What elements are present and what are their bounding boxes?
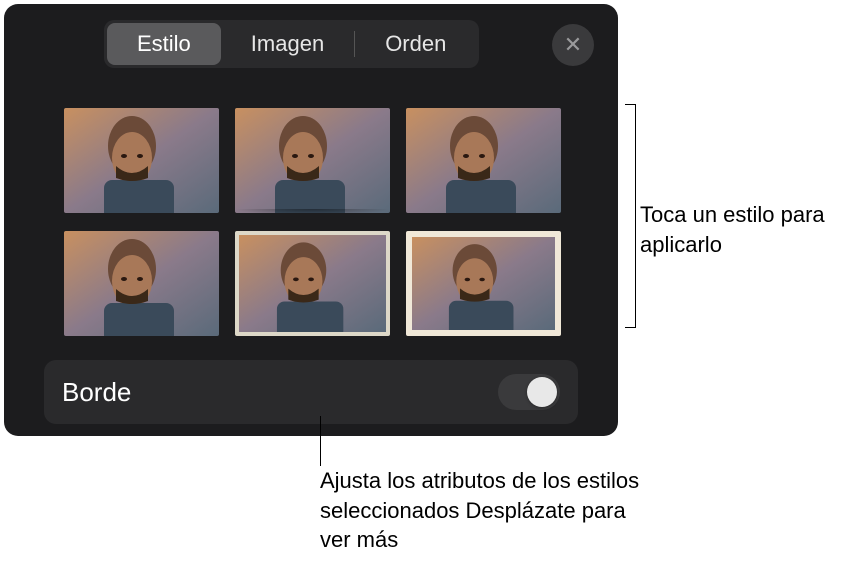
style-tile-frame-white[interactable] — [406, 231, 561, 336]
styles-grid — [64, 108, 590, 336]
close-icon: ✕ — [564, 32, 582, 58]
border-label: Borde — [62, 377, 131, 408]
format-panel: Estilo Imagen Orden ✕ — [4, 4, 618, 436]
callout-bracket — [620, 104, 636, 328]
segmented-control: Estilo Imagen Orden — [104, 20, 479, 68]
border-row: Borde — [44, 360, 578, 424]
border-toggle[interactable] — [498, 374, 560, 410]
toggle-knob — [527, 377, 557, 407]
thumbnail-icon — [64, 231, 219, 336]
style-tile-frame-thin[interactable] — [235, 231, 390, 336]
style-tile-shadow[interactable] — [235, 108, 390, 213]
thumbnail-icon — [235, 108, 390, 213]
tab-order[interactable]: Orden — [355, 23, 476, 65]
callout-adjust-attributes: Ajusta los atributos de los estilos sele… — [320, 466, 640, 555]
thumbnail-icon — [64, 108, 219, 213]
style-tile-frame-dark[interactable] — [64, 231, 219, 336]
style-tile-plain[interactable] — [64, 108, 219, 213]
tab-style[interactable]: Estilo — [107, 23, 221, 65]
thumbnail-icon — [406, 108, 561, 213]
callout-tap-style: Toca un estilo para aplicarlo — [640, 200, 840, 259]
tab-bar: Estilo Imagen Orden ✕ — [32, 20, 590, 68]
close-button[interactable]: ✕ — [552, 24, 594, 66]
style-tile-reflection[interactable] — [406, 108, 561, 213]
thumbnail-icon — [412, 237, 555, 330]
tab-image[interactable]: Imagen — [221, 23, 354, 65]
callout-leader — [320, 416, 321, 466]
thumbnail-icon — [239, 235, 386, 332]
